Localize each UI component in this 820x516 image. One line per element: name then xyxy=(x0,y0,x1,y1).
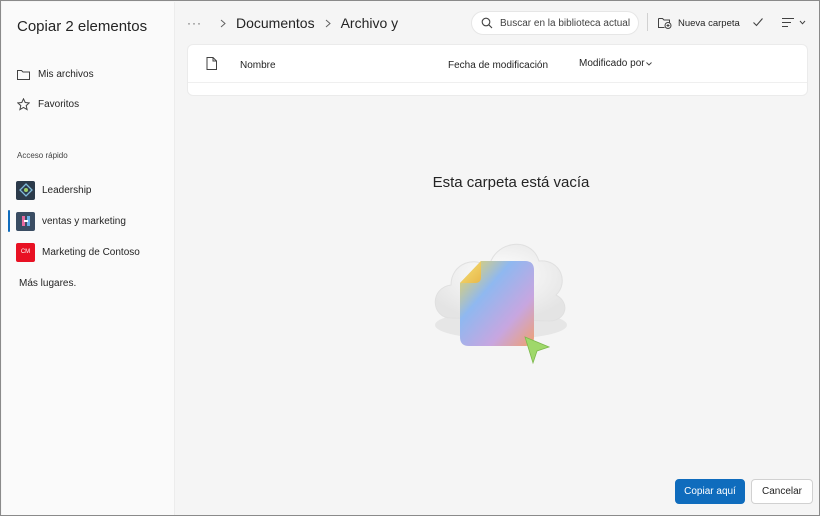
chevron-down-icon xyxy=(799,20,806,25)
new-folder-button[interactable]: Nueva carpeta xyxy=(658,13,740,33)
file-list: Nombre Fecha de modificación Modificado … xyxy=(187,44,808,96)
sidebar-item-label: Mis archivos xyxy=(38,68,94,80)
search-box[interactable] xyxy=(471,11,639,35)
sidebar-site-label: Marketing de Contoso xyxy=(42,246,140,258)
site-logo-contoso-icon: CM xyxy=(16,242,35,262)
sidebar-site-label: Leadership xyxy=(42,184,92,196)
quick-access-heading: Acceso rápido xyxy=(17,151,68,160)
sidebar-item-favorites[interactable]: Favoritos xyxy=(16,94,79,114)
document-icon xyxy=(206,57,217,70)
sidebar-site-sales-marketing[interactable]: ventas y marketing xyxy=(16,210,126,232)
sidebar: Copiar 2 elementos Mis archivos Favorito… xyxy=(2,2,175,515)
breadcrumb: ··· Documentos Archivo y xyxy=(187,13,398,33)
sidebar-site-label: ventas y marketing xyxy=(42,215,126,227)
cancel-button[interactable]: Cancelar xyxy=(751,479,813,504)
sidebar-item-my-files[interactable]: Mis archivos xyxy=(16,64,94,84)
sidebar-site-leadership[interactable]: Leadership xyxy=(16,179,91,201)
active-indicator xyxy=(8,210,10,232)
modified-by-label: Modificado por xyxy=(579,58,645,69)
dialog-title: Copiar 2 elementos xyxy=(17,18,148,35)
sidebar-site-contoso-marketing[interactable]: CM Marketing de Contoso xyxy=(16,241,140,263)
folder-icon xyxy=(16,67,30,81)
site-badge: CM xyxy=(20,249,31,255)
modified-column-header[interactable]: Fecha de modificación xyxy=(448,60,548,71)
breadcrumb-overflow-button[interactable]: ··· xyxy=(187,16,202,30)
list-view-icon xyxy=(781,17,795,28)
chevron-right-icon xyxy=(322,17,334,29)
name-column-header[interactable]: Nombre xyxy=(240,60,276,71)
new-folder-label: Nueva carpeta xyxy=(678,17,740,29)
empty-folder-illustration xyxy=(421,213,581,373)
search-input[interactable] xyxy=(500,17,638,29)
site-logo-sales-icon xyxy=(16,211,35,231)
toolbar-divider xyxy=(647,13,648,31)
view-options-button[interactable] xyxy=(781,14,811,30)
copy-here-button[interactable]: Copiar aquí xyxy=(675,479,745,504)
more-places-link[interactable]: Más lugares. xyxy=(19,278,76,289)
chevron-down-icon xyxy=(645,61,652,66)
chevron-right-icon xyxy=(217,17,229,29)
header-divider xyxy=(188,82,807,83)
breadcrumb-item-current[interactable]: Archivo y xyxy=(341,15,399,31)
checkmark-icon[interactable] xyxy=(752,15,766,29)
copy-dialog: Copiar 2 elementos Mis archivos Favorito… xyxy=(0,0,820,516)
search-icon xyxy=(481,17,493,29)
empty-folder-message: Esta carpeta está vacía xyxy=(432,174,590,191)
star-icon xyxy=(16,97,30,111)
modified-by-column-header[interactable]: Modificado por xyxy=(579,58,652,69)
site-logo-leadership-icon xyxy=(16,180,35,200)
file-type-column-header[interactable] xyxy=(206,57,217,70)
sidebar-item-label: Favoritos xyxy=(38,98,80,110)
new-folder-icon xyxy=(658,17,672,29)
breadcrumb-item-documents[interactable]: Documentos xyxy=(236,15,315,31)
